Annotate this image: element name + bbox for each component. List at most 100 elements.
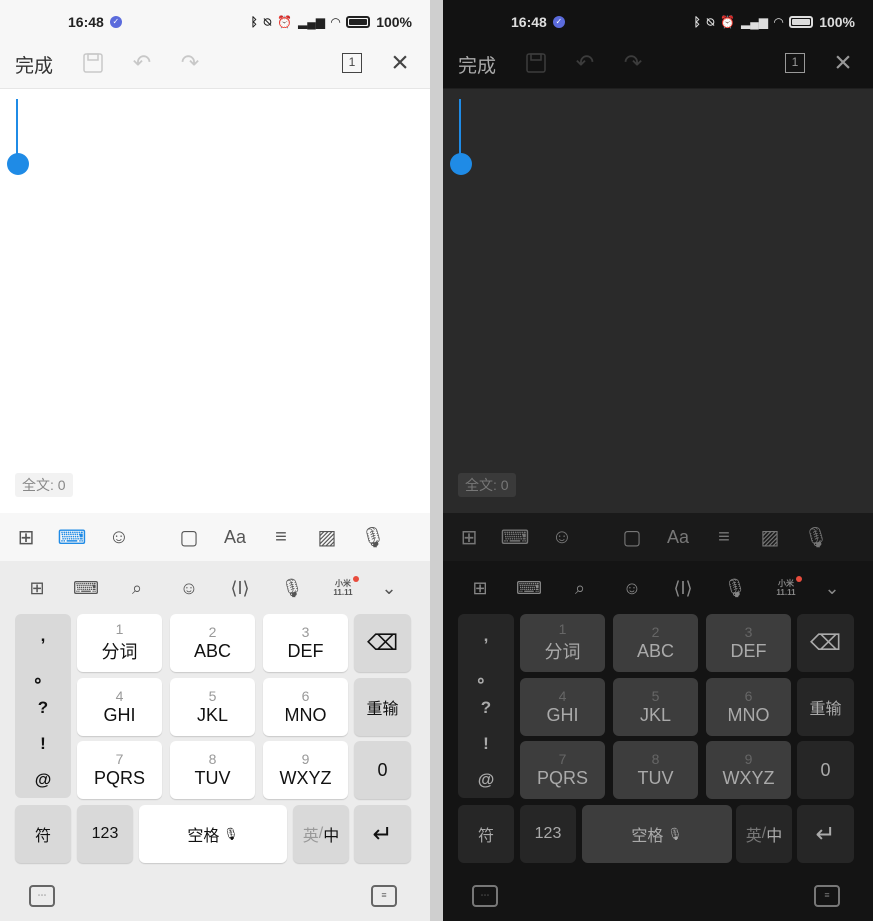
key-5[interactable]: 5 JKL [613,678,698,736]
insert-image-icon[interactable]: ▨ [758,525,782,549]
clipboard-icon[interactable]: ≡ [371,885,397,907]
symbol-key[interactable]: 符 [458,805,514,863]
punctuation-column[interactable]: , 。 ? ! @ [458,614,514,798]
page-count-button[interactable]: 1 [342,53,362,73]
paragraph-align-icon[interactable]: ≡ [712,525,736,549]
collapse-keyboard-icon[interactable]: ⌄ [819,575,845,601]
undo-icon[interactable]: ↶ [573,50,597,75]
keyboard-switch-icon[interactable]: ⋯ [29,885,55,907]
punct-period[interactable]: 。 [15,662,71,687]
save-icon[interactable] [81,51,105,75]
key-7[interactable]: 7 PQRS [77,741,162,799]
punct-question[interactable]: ? [15,698,71,718]
mic-icon[interactable]: 🎙 [279,575,305,601]
close-icon[interactable]: × [831,48,855,78]
cursor-move-icon[interactable]: ⟨I⟩ [227,575,253,601]
redo-icon[interactable]: ↷ [621,50,645,75]
close-icon[interactable]: × [388,48,412,78]
key-8[interactable]: 8 TUV [613,741,698,799]
wifi-icon: ◠ [773,15,784,29]
cursor-move-icon[interactable]: ⟨I⟩ [670,575,696,601]
punct-at[interactable]: @ [458,770,514,790]
zero-key[interactable]: 0 [354,741,411,799]
key-2[interactable]: 2 ABC [170,614,255,672]
apps-grid-icon[interactable]: ⊞ [14,525,38,549]
ime-menu-icon[interactable]: ⊞ [467,575,493,601]
key-6[interactable]: 6 MNO [706,678,791,736]
mic-icon[interactable]: 🎙 [722,575,748,601]
key-3[interactable]: 3 DEF [706,614,791,672]
cursor-handle[interactable] [7,153,29,175]
page-count-button[interactable]: 1 [785,53,805,73]
cursor-handle[interactable] [450,153,472,175]
punct-comma[interactable]: , [458,626,514,646]
key-5[interactable]: 5 JKL [170,678,255,736]
search-icon[interactable]: ⌕ [567,575,593,601]
dnd-icon: ⍉ [706,14,715,29]
punctuation-column[interactable]: , 。 ? ! @ [15,614,71,798]
key-1[interactable]: 1 分词 [77,614,162,672]
key-6[interactable]: 6 MNO [263,678,348,736]
page-layout-icon[interactable]: ▢ [177,525,201,549]
numeric-key[interactable]: 123 [77,805,133,863]
page-layout-icon[interactable]: ▢ [620,525,644,549]
keyboard-icon[interactable]: ⌨ [501,525,530,549]
undo-icon[interactable]: ↶ [130,50,154,75]
key-9[interactable]: 9 WXYZ [706,741,791,799]
font-icon[interactable]: Aa [223,525,247,549]
key-4[interactable]: 4 GHI [520,678,605,736]
redo-icon[interactable]: ↷ [178,50,202,75]
reinput-key[interactable]: 重输 [797,678,854,736]
language-switch-key[interactable]: 英 / 中 [293,805,349,863]
clipboard-icon[interactable]: ≡ [814,885,840,907]
emoji-icon[interactable]: ☺ [619,575,645,601]
enter-key[interactable]: ↵ [354,805,411,863]
promo-badge[interactable]: 小米 11.11 [773,576,802,597]
key-4[interactable]: 4 GHI [77,678,162,736]
promo-badge[interactable]: 小米 11.11 [330,576,359,597]
keyboard-layout-icon[interactable]: ⌨ [516,575,542,601]
space-key[interactable]: 空格 🎙 [582,805,732,863]
save-icon[interactable] [524,51,548,75]
key-2[interactable]: 2 ABC [613,614,698,672]
emoji-sticker-icon[interactable]: ☺ [107,525,131,549]
insert-image-icon[interactable]: ▨ [315,525,339,549]
paragraph-align-icon[interactable]: ≡ [269,525,293,549]
key-3[interactable]: 3 DEF [263,614,348,672]
emoji-sticker-icon[interactable]: ☺ [550,525,574,549]
numeric-key[interactable]: 123 [520,805,576,863]
key-9[interactable]: 9 WXYZ [263,741,348,799]
ime-menu-icon[interactable]: ⊞ [24,575,50,601]
key-8[interactable]: 8 TUV [170,741,255,799]
voice-input-icon[interactable]: 🎙 [803,525,828,549]
punct-period[interactable]: 。 [458,662,514,687]
key-7[interactable]: 7 PQRS [520,741,605,799]
keyboard-switch-icon[interactable]: ⋯ [472,885,498,907]
apps-grid-icon[interactable]: ⊞ [457,525,481,549]
enter-key[interactable]: ↵ [797,805,854,863]
language-switch-key[interactable]: 英 / 中 [736,805,792,863]
symbol-key[interactable]: 符 [15,805,71,863]
punct-comma[interactable]: , [15,626,71,646]
search-icon[interactable]: ⌕ [124,575,150,601]
keyboard-layout-icon[interactable]: ⌨ [73,575,99,601]
backspace-key[interactable]: ⌫ [797,614,854,672]
font-icon[interactable]: Aa [666,525,690,549]
voice-input-icon[interactable]: 🎙 [360,525,385,549]
done-button[interactable]: 完成 [458,51,496,78]
key-1[interactable]: 1 分词 [520,614,605,672]
punct-question[interactable]: ? [458,698,514,718]
keyboard-icon[interactable]: ⌨ [58,525,87,549]
document-area[interactable]: 全文: 0 [443,89,873,513]
punct-at[interactable]: @ [15,770,71,790]
done-button[interactable]: 完成 [15,51,53,78]
punct-exclaim[interactable]: ! [15,734,71,754]
space-key[interactable]: 空格 🎙 [139,805,287,863]
document-area[interactable]: 全文: 0 [0,89,430,513]
reinput-key[interactable]: 重输 [354,678,411,736]
backspace-key[interactable]: ⌫ [354,614,411,672]
punct-exclaim[interactable]: ! [458,734,514,754]
emoji-icon[interactable]: ☺ [176,575,202,601]
zero-key[interactable]: 0 [797,741,854,799]
collapse-keyboard-icon[interactable]: ⌄ [376,575,402,601]
